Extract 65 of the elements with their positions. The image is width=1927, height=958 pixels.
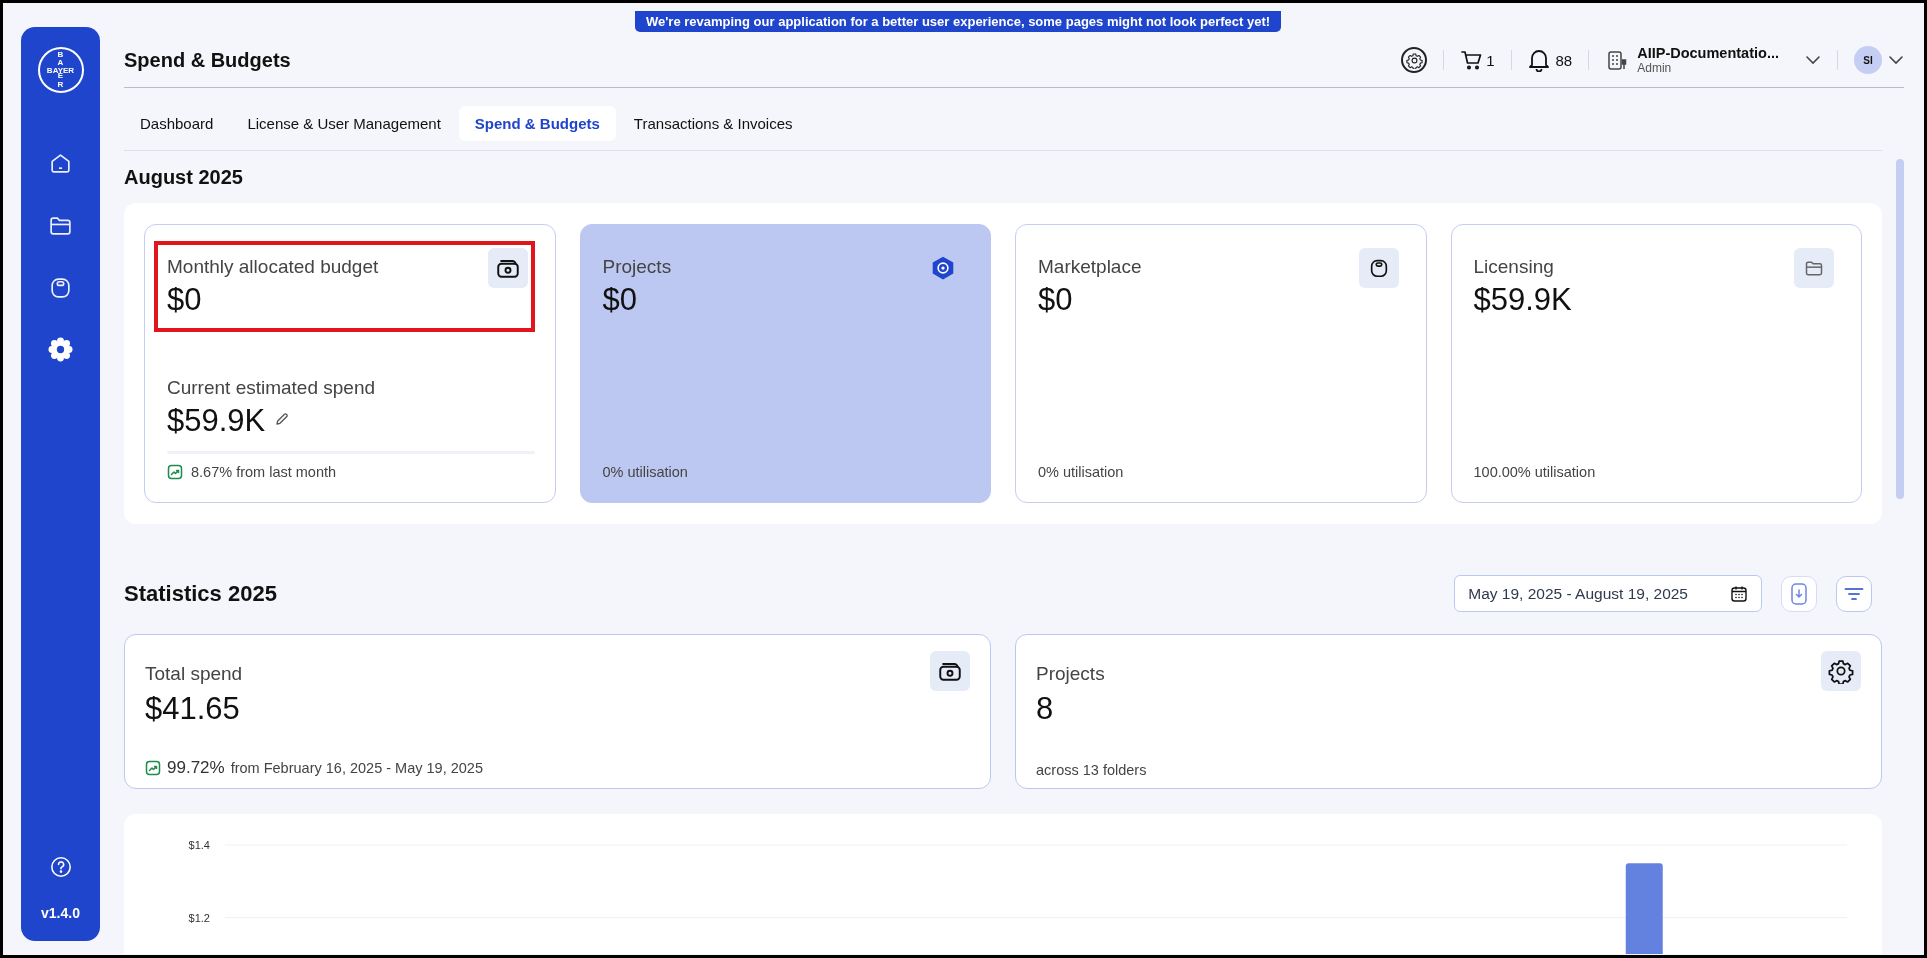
change-period: from February 16, 2025 - May 19, 2025 xyxy=(230,760,483,776)
calendar-icon xyxy=(1730,584,1748,603)
tab[interactable]: Dashboard xyxy=(124,106,230,141)
card-value: $0 xyxy=(602,282,638,318)
chevron-down-icon[interactable] xyxy=(1805,55,1821,65)
bag-icon xyxy=(48,275,73,300)
section-title: August 2025 xyxy=(124,166,244,189)
change-percent: 99.72% xyxy=(167,758,225,778)
card-label: Monthly allocated budget xyxy=(167,256,379,278)
card-value: 8 xyxy=(1036,691,1055,727)
home-icon xyxy=(48,151,73,176)
card-label: Projects xyxy=(602,256,672,278)
category-card[interactable]: Licensing $59.9K 100.00% utilisation xyxy=(1450,224,1862,503)
settings-button[interactable] xyxy=(1401,47,1428,73)
bell-icon xyxy=(1527,48,1550,72)
logo-text: BA xyxy=(56,51,65,68)
axis-tick-label: $1.2 xyxy=(188,911,210,924)
trend-up-icon xyxy=(145,760,161,776)
trend-up-icon xyxy=(167,464,183,480)
scrollbar-thumb[interactable] xyxy=(1896,159,1904,499)
download-icon xyxy=(1791,582,1807,605)
user-role: Admin xyxy=(1637,61,1673,75)
card-label: Marketplace xyxy=(1038,256,1142,278)
card-value: $41.65 xyxy=(145,691,241,727)
user-avatar[interactable]: SI xyxy=(1854,46,1882,74)
card-label: Current estimated spend xyxy=(166,377,377,399)
settings-icon xyxy=(1828,658,1854,684)
settings-icon xyxy=(1405,51,1423,69)
card-note: across 13 folders xyxy=(1036,762,1147,778)
help-icon xyxy=(49,856,72,878)
download-button[interactable] xyxy=(1781,575,1817,612)
date-range-field[interactable]: May 19, 2025 - August 19, 2025 xyxy=(1454,575,1762,612)
pencil-icon[interactable] xyxy=(275,412,290,426)
help-button[interactable] xyxy=(49,856,72,878)
tab[interactable]: Spend & Budgets xyxy=(458,106,616,141)
card-label: Total spend xyxy=(145,663,243,685)
logo-text: ER xyxy=(57,72,64,89)
utilisation-text: 0% utilisation xyxy=(602,464,688,480)
announcement-banner: We're revamping our application for a better user experience, some pages might not look perfect yet! xyxy=(635,11,1282,32)
axis-tick-label: $1.4 xyxy=(188,839,210,851)
settings-icon xyxy=(46,335,75,364)
cart-count: 1 xyxy=(1486,51,1495,69)
version-label: v1.4.0 xyxy=(41,905,80,921)
page-title: Spend & Budgets xyxy=(124,48,292,72)
section-title: Statistics 2025 xyxy=(124,580,278,607)
hexagon-icon xyxy=(930,255,956,281)
card-value: $59.9K xyxy=(1473,282,1572,318)
notification-count: 88 xyxy=(1555,51,1573,69)
folder-icon xyxy=(1804,258,1824,278)
trend-text: 8.67% from last month xyxy=(191,464,337,480)
chevron-down-icon[interactable] xyxy=(1888,55,1904,65)
card-value: $0 xyxy=(1038,282,1074,318)
card-label: Projects xyxy=(1036,663,1105,685)
card-label: Licensing xyxy=(1473,256,1555,278)
card-value: $0 xyxy=(167,282,203,318)
organization-name[interactable]: AIIP-Documentatio... xyxy=(1637,45,1779,61)
tab[interactable]: License & User Management xyxy=(231,106,457,141)
utilisation-text: 0% utilisation xyxy=(1038,464,1124,480)
filter-button[interactable] xyxy=(1836,575,1872,612)
category-card[interactable]: Marketplace $0 0% utilisation xyxy=(1015,224,1427,503)
category-card[interactable]: Projects $0 0% utilisation xyxy=(579,224,991,503)
card-value: $59.9K xyxy=(167,403,266,439)
utilisation-text: 100.00% utilisation xyxy=(1473,464,1596,480)
filter-icon xyxy=(1844,585,1864,602)
tab[interactable]: Transactions & Invoices xyxy=(617,106,809,141)
